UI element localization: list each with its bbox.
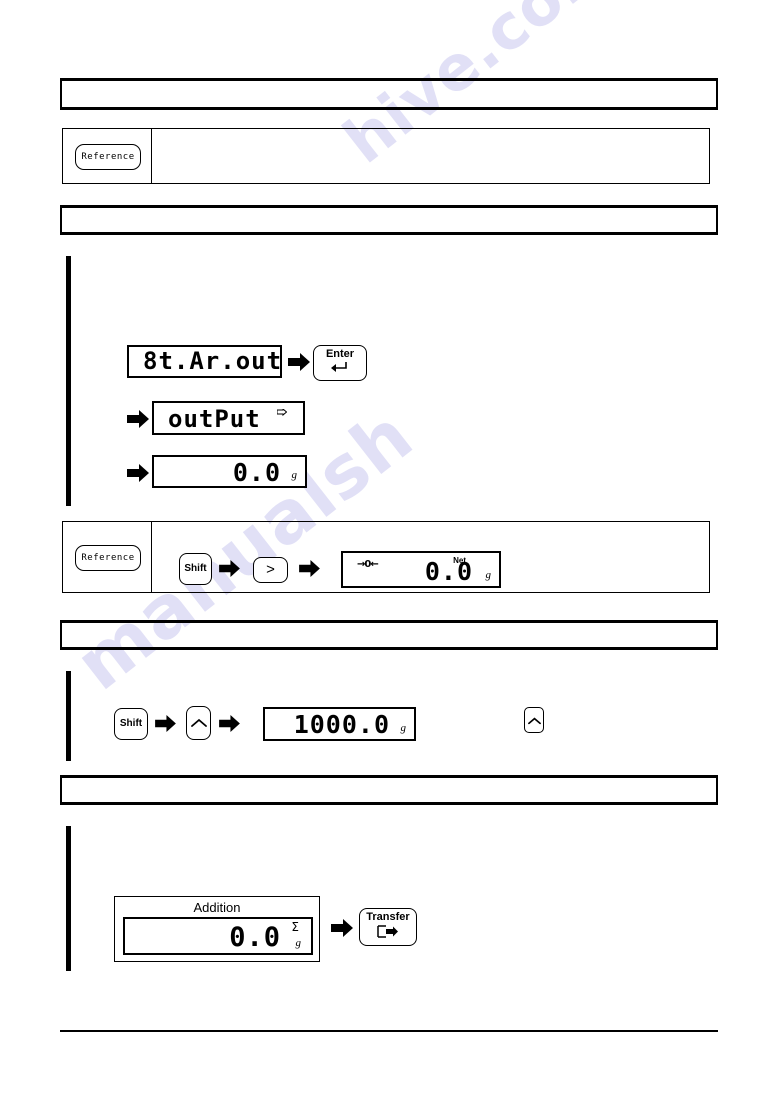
shift-key-label: Shift [184, 562, 207, 574]
up-arrow-key-inline[interactable] [524, 707, 544, 733]
shift-key[interactable]: Shift [179, 553, 212, 585]
section-1-heading-text [62, 81, 716, 93]
section-4-heading-text [62, 778, 716, 788]
enter-key-label: Enter [325, 347, 355, 360]
section-3-heading-bar [60, 620, 718, 650]
up-arrow-icon [527, 713, 541, 729]
footer-rule [60, 1030, 718, 1032]
right-arrow-key[interactable]: > [253, 557, 288, 583]
right-arrow-icon [155, 715, 176, 737]
transfer-key-label: Transfer [366, 911, 410, 924]
lcd-display-capacity: 1000.0 g [263, 707, 416, 741]
section-3-side-rule [66, 671, 71, 761]
right-arrow-icon [219, 715, 240, 737]
lcd-unit: g [295, 937, 302, 949]
lcd-value: 0.0 [232, 458, 281, 487]
enter-key[interactable]: Enter [313, 345, 367, 381]
addition-panel: Addition Σ 0.0 g [114, 896, 320, 962]
shift-key[interactable]: Shift [114, 708, 148, 740]
right-arrow-icon [299, 560, 320, 582]
lcd-display-addition: Σ 0.0 g [123, 917, 313, 955]
lcd-display-menu: 8t.Ar.out [127, 345, 282, 378]
lcd-unit: g [291, 469, 298, 481]
reference-chip: Reference [75, 144, 141, 170]
lcd-unit: g [485, 569, 492, 581]
lcd-display-net: →0← Net 0.0 g [341, 551, 501, 588]
lcd-value: 1000.0 [293, 710, 390, 739]
note-divider [151, 129, 152, 183]
lcd-value: 0.0 [229, 922, 281, 953]
section-4-side-rule [66, 826, 71, 971]
lcd-unit: g [400, 722, 407, 734]
section-1-reference-note: Reference [62, 128, 710, 184]
sigma-annunciator: Σ [291, 920, 299, 934]
addition-label: Addition [193, 900, 241, 915]
lcd-display-output: outPut [152, 401, 305, 435]
return-arrow-icon [330, 361, 350, 377]
lcd-value: 0.0 [424, 557, 473, 586]
up-arrow-icon [190, 716, 207, 732]
lcd-value: 8t.Ar.out [143, 347, 283, 375]
manual-page: hive.com manualsh Reference 8t.Ar.out En… [0, 0, 774, 1094]
shift-key-label: Shift [119, 717, 143, 729]
up-arrow-key[interactable] [186, 706, 211, 740]
transfer-indicator-icon [276, 405, 288, 423]
right-arrow-icon [331, 919, 353, 942]
lcd-display-weight: 0.0 g [152, 455, 307, 488]
section-4-heading-bar [60, 775, 718, 805]
note-divider [151, 522, 152, 592]
transfer-key[interactable]: Transfer [359, 908, 417, 946]
right-arrow-icon [288, 353, 310, 376]
right-arrow-icon [219, 560, 240, 582]
lcd-value: outPut [168, 405, 261, 433]
zero-indicator-icon: →0← [357, 559, 379, 570]
section-2-heading-bar [60, 205, 718, 235]
section-1-heading-bar [60, 78, 718, 110]
section-3-heading-text [62, 623, 716, 633]
export-arrow-icon [377, 925, 399, 942]
reference-chip: Reference [75, 545, 141, 571]
right-arrow-icon [127, 464, 149, 487]
right-arrow-icon [127, 410, 149, 433]
section-2-side-rule [66, 256, 71, 506]
section-2-heading-text [62, 208, 716, 218]
right-arrow-key-label: > [266, 561, 275, 579]
